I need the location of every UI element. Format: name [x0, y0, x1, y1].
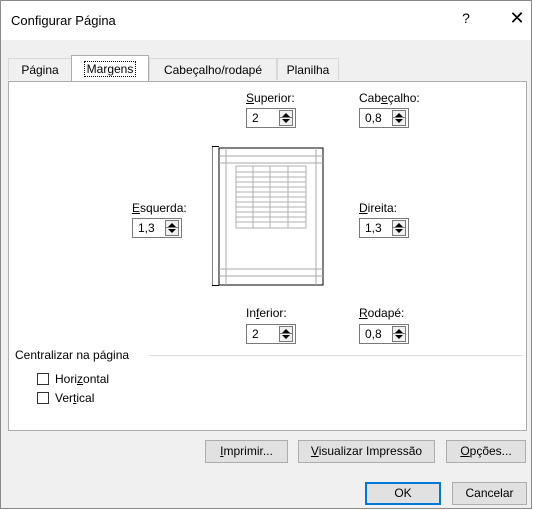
right-margin-value[interactable]: 1,3 — [365, 221, 382, 235]
right-margin-spin-buttons[interactable] — [392, 220, 406, 236]
close-button[interactable]: ✕ — [507, 8, 527, 28]
footer-margin-spin-buttons[interactable] — [392, 326, 406, 342]
tab-label: Margens — [83, 61, 137, 77]
bottom-margin-spinner[interactable]: 2 — [246, 324, 296, 344]
footer-margin-spinner[interactable]: 0,8 — [359, 324, 409, 344]
left-margin-spinner[interactable]: 1,3 — [132, 218, 182, 238]
help-button[interactable]: ? — [456, 10, 476, 26]
top-margin-spin-buttons[interactable] — [279, 110, 293, 126]
horizontal-checkbox[interactable] — [37, 373, 49, 385]
spin-down-icon[interactable] — [395, 335, 403, 339]
spin-down-icon[interactable] — [168, 229, 176, 233]
left-margin-value[interactable]: 1,3 — [138, 221, 155, 235]
spin-down-icon[interactable] — [395, 119, 403, 123]
top-margin-label: Superior: — [246, 91, 295, 105]
spin-down-icon[interactable] — [395, 229, 403, 233]
tab-label: Planilha — [286, 63, 330, 77]
header-margin-label: Cabeçalho: — [359, 91, 420, 105]
vertical-label[interactable]: Vertical — [55, 391, 94, 405]
footer-margin-label: Rodapé: — [359, 306, 405, 320]
header-margin-spin-buttons[interactable] — [392, 110, 406, 126]
bottom-margin-spin-buttons[interactable] — [279, 326, 293, 342]
vertical-checkbox[interactable] — [37, 392, 49, 404]
tab-pagina[interactable]: Página — [8, 58, 72, 80]
page-preview — [212, 146, 324, 286]
close-icon: ✕ — [509, 8, 525, 28]
page-setup-dialog: Configurar Página ? ✕ Página Margens Cab… — [0, 0, 532, 509]
options-button[interactable]: Opções... — [446, 440, 526, 463]
print-preview-button[interactable]: Visualizar Impressão — [298, 440, 435, 463]
footer-margin-value[interactable]: 0,8 — [365, 327, 382, 341]
cancel-button[interactable]: Cancelar — [452, 482, 527, 505]
right-margin-label: Direita: — [359, 201, 398, 215]
center-section-heading: Centralizar na página — [15, 348, 130, 362]
tab-planilha[interactable]: Planilha — [277, 58, 339, 80]
left-margin-spin-buttons[interactable] — [165, 220, 179, 236]
title-bar: Configurar Página ? ✕ — [1, 1, 531, 40]
spin-down-icon[interactable] — [282, 335, 290, 339]
spin-down-icon[interactable] — [282, 119, 290, 123]
left-margin-label: Esquerda: — [132, 201, 187, 215]
tab-label: Cabeçalho/rodapé — [163, 63, 263, 77]
bottom-margin-value[interactable]: 2 — [252, 327, 259, 341]
section-divider — [149, 355, 523, 356]
top-margin-spinner[interactable]: 2 — [246, 108, 296, 128]
bottom-margin-label: Inferior: — [246, 306, 287, 320]
tab-label: Página — [21, 63, 59, 77]
header-margin-value[interactable]: 0,8 — [365, 111, 382, 125]
window-title: Configurar Página — [11, 13, 116, 28]
tab-margens[interactable]: Margens — [71, 55, 149, 81]
right-margin-spinner[interactable]: 1,3 — [359, 218, 409, 238]
top-margin-value[interactable]: 2 — [252, 111, 259, 125]
top-margin-label-rest: uperior: — [254, 91, 295, 105]
tab-cabecalho-rodape[interactable]: Cabeçalho/rodapé — [149, 58, 277, 80]
print-button[interactable]: Imprimir... — [205, 440, 288, 463]
horizontal-label[interactable]: Horizontal — [55, 372, 109, 386]
header-margin-spinner[interactable]: 0,8 — [359, 108, 409, 128]
ok-button[interactable]: OK — [365, 482, 441, 505]
